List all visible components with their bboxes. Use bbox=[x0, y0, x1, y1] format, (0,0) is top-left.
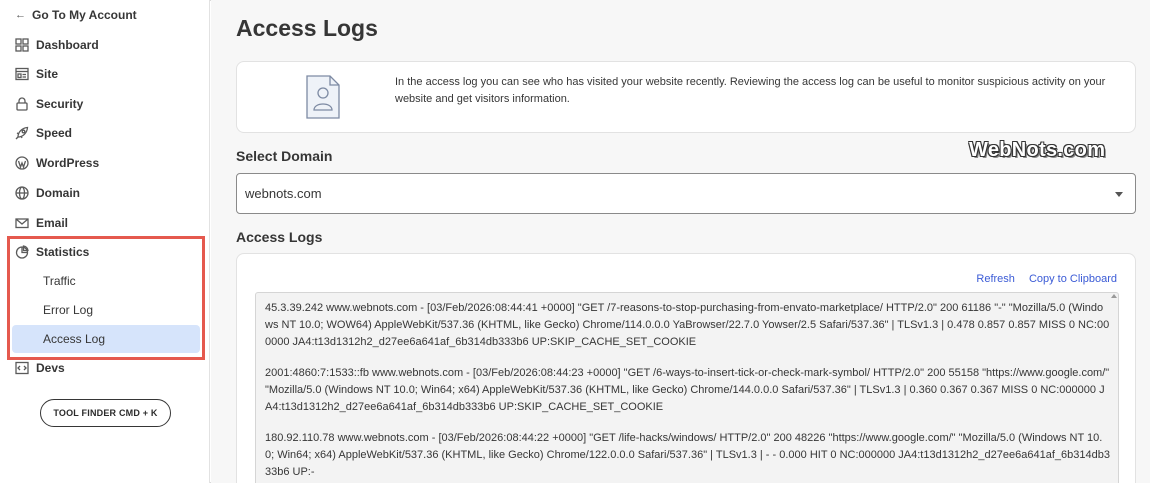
refresh-link[interactable]: Refresh bbox=[976, 273, 1015, 285]
sidebar-item-label: WordPress bbox=[36, 156, 100, 170]
log-entry: 45.3.39.242 www.webnots.com - [03/Feb/20… bbox=[265, 302, 1110, 348]
statistics-highlight-box bbox=[7, 236, 205, 360]
document-user-icon bbox=[306, 75, 340, 119]
sidebar-item-email[interactable]: Email bbox=[15, 213, 68, 233]
go-to-account-link[interactable]: ← Go To My Account bbox=[15, 7, 137, 23]
site-icon bbox=[15, 67, 29, 81]
access-logs-heading: Access Logs bbox=[236, 229, 323, 245]
rocket-icon bbox=[15, 126, 29, 140]
globe-icon bbox=[15, 186, 29, 200]
sidebar-item-speed[interactable]: Speed bbox=[15, 123, 72, 143]
sidebar-item-label: Security bbox=[36, 97, 84, 111]
sidebar-item-wordpress[interactable]: WordPress bbox=[15, 153, 99, 173]
sidebar-item-label: Email bbox=[36, 216, 69, 230]
sidebar-item-dashboard[interactable]: Dashboard bbox=[15, 35, 99, 55]
sidebar-item-label: Site bbox=[36, 67, 59, 81]
info-description: In the access log you can see who has vi… bbox=[395, 76, 1106, 105]
arrow-left-icon: ← bbox=[15, 9, 26, 21]
scrollbar-up-arrow[interactable] bbox=[1111, 294, 1117, 298]
sidebar-item-domain[interactable]: Domain bbox=[15, 183, 80, 203]
domain-select-value: webnots.com bbox=[245, 186, 322, 201]
sidebar-item-site[interactable]: Site bbox=[15, 64, 58, 84]
log-actions: Refresh Copy to Clipboard bbox=[976, 273, 1117, 285]
select-domain-heading: Select Domain bbox=[236, 148, 333, 164]
page-title: Access Logs bbox=[236, 15, 378, 41]
log-textarea[interactable]: 45.3.39.242 www.webnots.com - [03/Feb/20… bbox=[255, 292, 1119, 483]
lock-icon bbox=[15, 97, 29, 111]
go-to-account-label: Go To My Account bbox=[32, 8, 137, 22]
sidebar-item-security[interactable]: Security bbox=[15, 94, 83, 114]
caret-down-icon bbox=[1115, 192, 1123, 197]
envelope-icon bbox=[15, 216, 29, 230]
sidebar-item-devs[interactable]: Devs bbox=[15, 358, 65, 378]
log-entry: 2001:4860:7:1533::fb www.webnots.com - [… bbox=[265, 367, 1110, 413]
tool-finder-button[interactable]: TOOL FINDER CMD + K bbox=[40, 399, 171, 427]
wordpress-icon bbox=[15, 156, 29, 170]
main-content: Access Logs In the access log you can se… bbox=[211, 0, 1150, 483]
info-card: In the access log you can see who has vi… bbox=[236, 61, 1136, 133]
watermark-logo: WebNots.com bbox=[969, 139, 1106, 161]
domain-select[interactable]: webnots.com bbox=[236, 173, 1136, 214]
access-logs-card: Refresh Copy to Clipboard 45.3.39.242 ww… bbox=[236, 253, 1136, 483]
copy-to-clipboard-link[interactable]: Copy to Clipboard bbox=[1029, 273, 1117, 285]
grid-icon bbox=[15, 38, 29, 52]
code-icon bbox=[15, 361, 29, 375]
sidebar-item-label: Devs bbox=[36, 361, 65, 375]
sidebar-item-label: Speed bbox=[36, 126, 73, 140]
sidebar: ← Go To My Account Dashboard Site Securi… bbox=[0, 0, 210, 483]
sidebar-item-label: Dashboard bbox=[36, 38, 99, 52]
log-entry: 180.92.110.78 www.webnots.com - [03/Feb/… bbox=[265, 432, 1110, 478]
sidebar-item-label: Domain bbox=[36, 186, 81, 200]
